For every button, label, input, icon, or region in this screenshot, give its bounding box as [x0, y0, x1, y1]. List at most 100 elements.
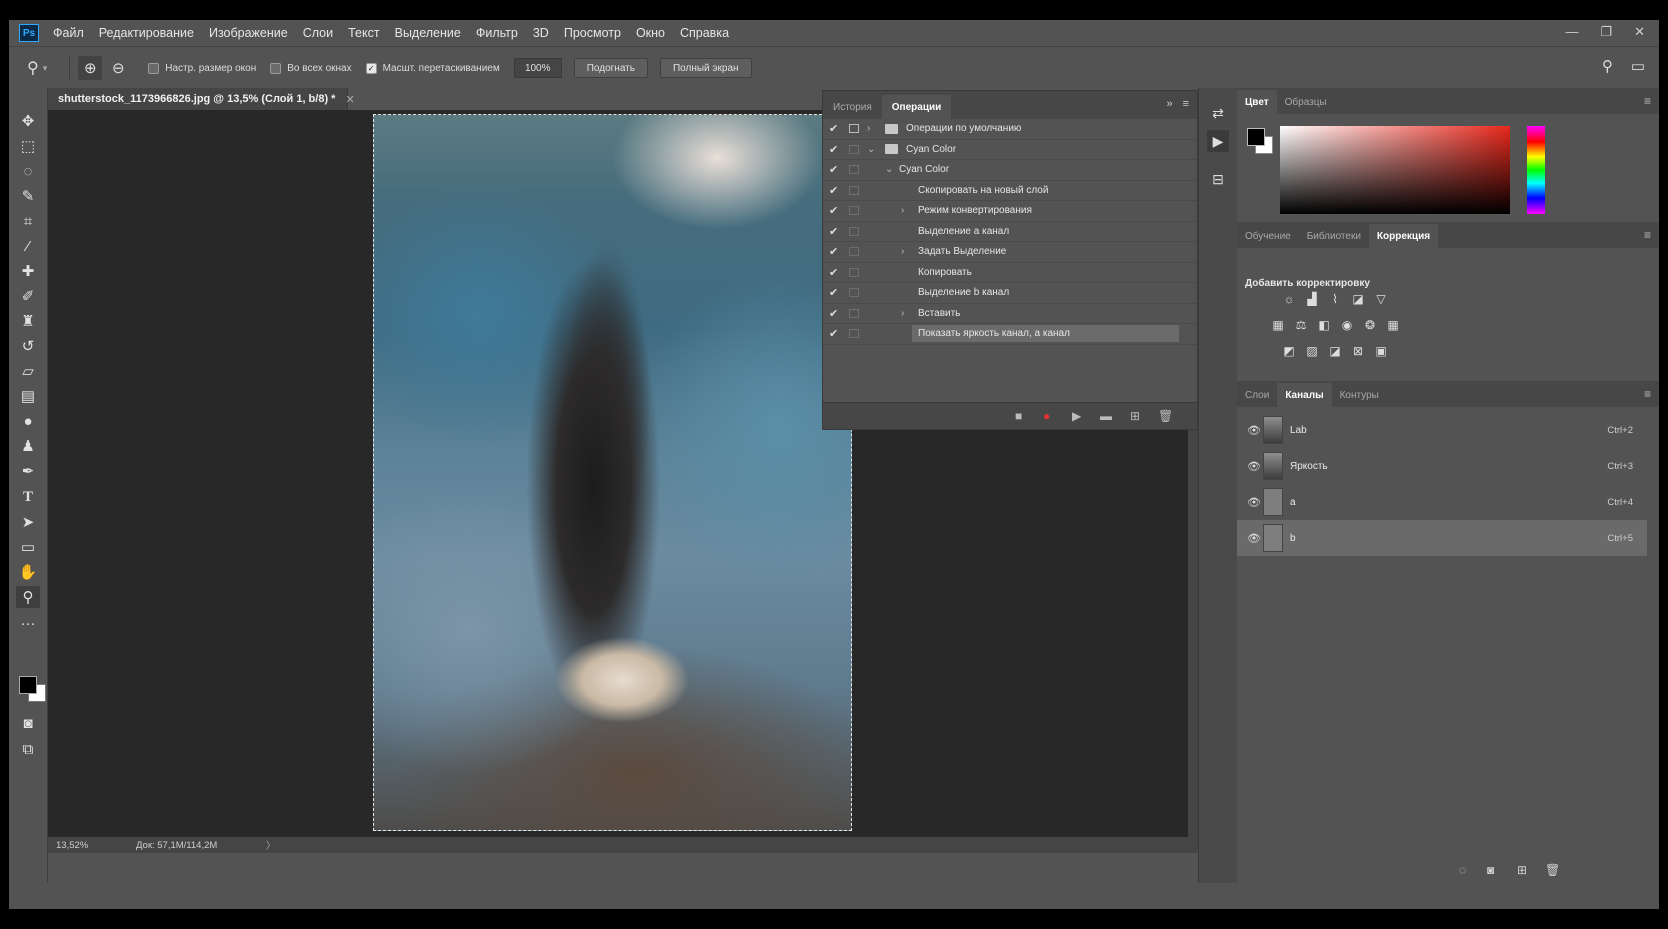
minimize-button[interactable]: —	[1565, 24, 1578, 40]
brush-tool-icon[interactable]: ✐	[16, 285, 40, 307]
channel-row-a[interactable]: 👁 a Ctrl+4	[1237, 484, 1647, 520]
new-action-icon[interactable]: ⊞	[1130, 409, 1140, 423]
action-step[interactable]: ✔ › Режим конвертирования	[823, 201, 1197, 222]
foreground-background-colors[interactable]	[16, 670, 46, 702]
menu-select[interactable]: Выделение	[395, 26, 461, 40]
crop-tool-icon[interactable]: ⌗	[16, 210, 40, 232]
chevron-right-icon[interactable]: ›	[901, 246, 904, 257]
tab-adjustments[interactable]: Коррекция	[1368, 224, 1439, 248]
chevron-right-icon[interactable]: ›	[867, 123, 870, 134]
eye-icon[interactable]: 👁	[1247, 532, 1261, 545]
action-set-cyan[interactable]: ✔ ⌄ Cyan Color	[823, 140, 1197, 160]
more-tools-icon[interactable]: ···	[16, 612, 40, 634]
action-set-default[interactable]: ✔ › Операции по умолчанию	[823, 119, 1197, 140]
dialog-toggle-icon[interactable]	[849, 144, 859, 154]
chevron-down-icon[interactable]: ⌄	[867, 144, 875, 155]
dialog-toggle-icon[interactable]	[849, 288, 859, 298]
play-icon[interactable]: ▶	[1072, 409, 1081, 423]
dialog-toggle-icon[interactable]	[849, 185, 859, 195]
hand-tool-icon[interactable]: ✋	[16, 561, 40, 583]
foreground-color-swatch[interactable]	[1247, 128, 1265, 146]
close-icon[interactable]: ✕	[345, 93, 354, 106]
panel-menu-icon[interactable]: ≡	[1644, 387, 1651, 401]
action-step[interactable]: ✔ Скопировать на новый слой	[823, 181, 1197, 201]
vibrance-icon[interactable]: ▽	[1374, 292, 1388, 306]
menu-window[interactable]: Окно	[636, 26, 665, 40]
properties-panel-icon[interactable]: ⊟	[1207, 168, 1229, 190]
panel-menu-icon[interactable]: ≡	[1183, 98, 1189, 110]
dialog-toggle-icon[interactable]	[849, 267, 859, 277]
check-icon[interactable]: ✔	[829, 225, 841, 238]
blur-tool-icon[interactable]: ●	[16, 410, 40, 432]
check-icon[interactable]: ✔	[829, 286, 841, 299]
action-step[interactable]: ✔ Выделение b канал	[823, 283, 1197, 304]
rectangle-tool-icon[interactable]: ▭	[16, 536, 40, 558]
color-picker-field[interactable]	[1280, 126, 1510, 214]
action-step[interactable]: ✔ Выделение a канал	[823, 222, 1197, 242]
menu-help[interactable]: Справка	[680, 26, 729, 40]
action-step[interactable]: ✔ › Вставить	[823, 304, 1197, 324]
tab-libraries[interactable]: Библиотеки	[1299, 224, 1369, 248]
actions-panel-icon[interactable]: ▶	[1207, 130, 1229, 152]
zoom-tool-icon[interactable]: ⚲	[16, 586, 40, 608]
menu-view[interactable]: Просмотр	[564, 26, 621, 40]
eyedropper-tool-icon[interactable]: ⁄	[16, 235, 40, 257]
tab-history[interactable]: История	[823, 95, 882, 119]
check-icon[interactable]: ✔	[829, 163, 841, 176]
collapse-icon[interactable]: »	[1166, 98, 1172, 110]
foreground-color-swatch[interactable]	[19, 676, 37, 694]
chevron-right-icon[interactable]: ›	[901, 205, 904, 216]
menu-3d[interactable]: 3D	[533, 26, 549, 40]
color-balance-icon[interactable]: ⚖	[1294, 318, 1308, 332]
check-icon[interactable]: ✔	[829, 184, 841, 197]
channel-row-lightness[interactable]: 👁 Яркость Ctrl+3	[1237, 448, 1647, 484]
restore-button[interactable]: ❐	[1600, 24, 1612, 40]
dialog-toggle-icon[interactable]	[849, 165, 859, 175]
menu-edit[interactable]: Редактирование	[99, 26, 194, 40]
channel-row-b[interactable]: 👁 b Ctrl+5	[1237, 520, 1647, 556]
eraser-tool-icon[interactable]: ▱	[16, 360, 40, 382]
color-lookup-icon[interactable]: ▦	[1386, 318, 1400, 332]
dialog-toggle-icon[interactable]	[849, 308, 859, 318]
gradient-tool-icon[interactable]: ▤	[16, 385, 40, 407]
tab-color[interactable]: Цвет	[1237, 90, 1277, 114]
path-selection-tool-icon[interactable]: ➤	[16, 511, 40, 533]
history-panel-icon[interactable]: ⇄	[1207, 102, 1229, 124]
brightness-contrast-icon[interactable]: ☼	[1282, 292, 1296, 306]
zoom-percent-field[interactable]: 100%	[513, 58, 562, 78]
zoom-in-icon[interactable]: ⊕	[78, 56, 103, 80]
chevron-down-icon[interactable]: ⌄	[885, 164, 893, 175]
check-icon[interactable]: ✔	[829, 266, 841, 279]
document-tab[interactable]: shutterstock_1173966826.jpg @ 13,5% (Сло…	[48, 88, 355, 110]
dialog-toggle-icon[interactable]	[849, 124, 859, 134]
check-icon[interactable]: ✔	[829, 245, 841, 258]
action-step[interactable]: ✔ › Задать Выделение	[823, 242, 1197, 263]
new-channel-icon[interactable]: ⊞	[1517, 863, 1527, 877]
quick-mask-icon[interactable]: ◙	[16, 712, 40, 734]
trash-icon[interactable]: 🗑	[1158, 409, 1173, 423]
check-icon[interactable]: ✔	[829, 204, 841, 217]
check-icon[interactable]: ✔	[829, 122, 841, 135]
curves-icon[interactable]: ⌇	[1328, 292, 1342, 306]
threshold-icon[interactable]: ◪	[1328, 344, 1342, 358]
new-set-folder-icon[interactable]: ▬	[1100, 409, 1112, 423]
chevron-right-icon[interactable]: 〉	[266, 838, 276, 852]
tab-channels[interactable]: Каналы	[1277, 383, 1332, 407]
check-icon[interactable]: ✔	[829, 143, 841, 156]
search-icon[interactable]: ⚲	[1602, 57, 1613, 75]
fit-screen-button[interactable]: Подогнать	[573, 58, 648, 78]
quick-selection-tool-icon[interactable]: ✎	[16, 185, 40, 207]
panel-menu-icon[interactable]: ≡	[1644, 228, 1651, 242]
action-step-selected[interactable]: ✔ Показать яркость канал, a канал	[823, 324, 1197, 345]
save-selection-icon[interactable]: ◙	[1487, 863, 1494, 877]
action-step[interactable]: ✔ Копировать	[823, 263, 1197, 283]
menu-type[interactable]: Текст	[348, 26, 379, 40]
load-selection-icon[interactable]: ◌	[1459, 863, 1466, 877]
menu-layers[interactable]: Слои	[303, 26, 333, 40]
dialog-toggle-icon[interactable]	[849, 329, 859, 339]
pen-tool-icon[interactable]: ✒	[16, 460, 40, 482]
eye-icon[interactable]: 👁	[1247, 496, 1261, 509]
gradient-map-icon[interactable]: ▣	[1374, 344, 1388, 358]
type-tool-icon[interactable]: T	[16, 486, 40, 508]
menu-filter[interactable]: Фильтр	[476, 26, 518, 40]
